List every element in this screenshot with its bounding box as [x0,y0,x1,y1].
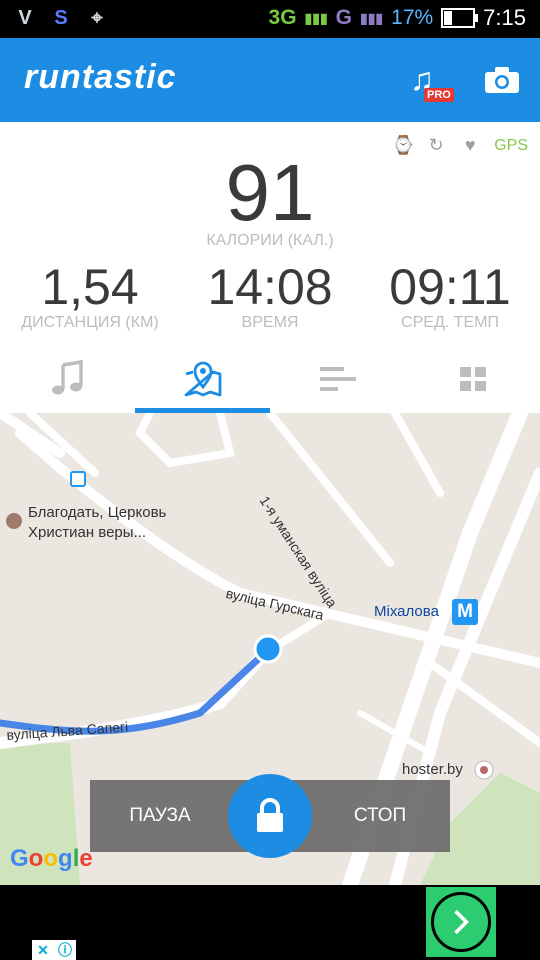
tab-map[interactable] [135,345,270,413]
map-pin-icon [184,361,221,397]
lock-button[interactable] [228,774,312,858]
poi-church-label[interactable]: Благодать, Церковь Христиан веры... [28,503,166,543]
ad-choices[interactable]: ✕ ⓘ [32,940,76,960]
tab-stats[interactable] [270,345,405,413]
pro-badge: PRO [424,88,454,102]
network-g: G [335,6,353,29]
network-3g: 3G [268,6,297,29]
grid-icon [459,367,486,391]
lock-icon [257,798,283,832]
chevron-right-icon [431,892,491,952]
pace-stat[interactable]: 09:11 СРЕД. ТЕМП [360,258,540,332]
pace-label: СРЕД. ТЕМП [401,314,499,331]
tab-dashboard[interactable] [405,345,540,413]
distance-stat[interactable]: 1,54 ДИСТАНЦИЯ (КМ) [0,258,180,332]
camera-button[interactable] [484,66,520,94]
calories-label: КАЛОРИИ (КАЛ.) [206,232,334,249]
bars-icon [319,367,356,391]
tab-bar [0,345,540,413]
tab-music[interactable] [0,345,135,413]
music-note-icon [51,359,83,395]
pace-value: 09:11 [389,259,511,315]
sync-icon: S [54,7,68,29]
info-icon[interactable]: ⓘ [54,940,76,960]
usb-debug-icon: V [18,7,32,29]
distance-label: ДИСТАНЦИЯ (КМ) [21,314,159,331]
calories-value: 91 [225,148,315,237]
current-location-dot [253,634,283,664]
clock: 7:15 [483,5,526,30]
battery-icon [441,8,479,28]
music-pro-button[interactable]: ♫ PRO [410,62,456,102]
signal-icon-2: ▮▮▮ [360,9,384,26]
app-bar: runtastic ♫ PRO [0,38,540,122]
poi-hoster-label[interactable]: hoster.by [402,761,463,778]
time-label: ВРЕМЯ [241,314,299,331]
time-value: 14:08 [207,259,333,315]
battery-percent: 17% [391,6,434,29]
ad-next-button[interactable] [426,887,496,957]
pause-button[interactable]: ПАУЗА [90,780,230,852]
close-icon[interactable]: ✕ [32,940,54,960]
status-bar: V S ⌖ 3G ▮▮▮ G ▮▮▮ 17% 7:15 [0,0,540,38]
status-right: 3G ▮▮▮ G ▮▮▮ 17% 7:15 [269,5,526,31]
google-logo: Google [10,845,93,872]
status-left-icons: V S ⌖ [14,7,108,29]
camera-icon [485,67,519,93]
distance-value: 1,54 [41,259,139,315]
metro-station-label[interactable]: Міхалова [374,603,439,620]
app-logo: runtastic [24,58,177,96]
time-stat[interactable]: 14:08 ВРЕМЯ [180,258,360,332]
location-icon: ⌖ [91,7,103,29]
metro-icon[interactable]: M [452,599,478,625]
stop-button[interactable]: СТОП [310,780,450,852]
signal-icon: ▮▮▮ [304,9,328,26]
